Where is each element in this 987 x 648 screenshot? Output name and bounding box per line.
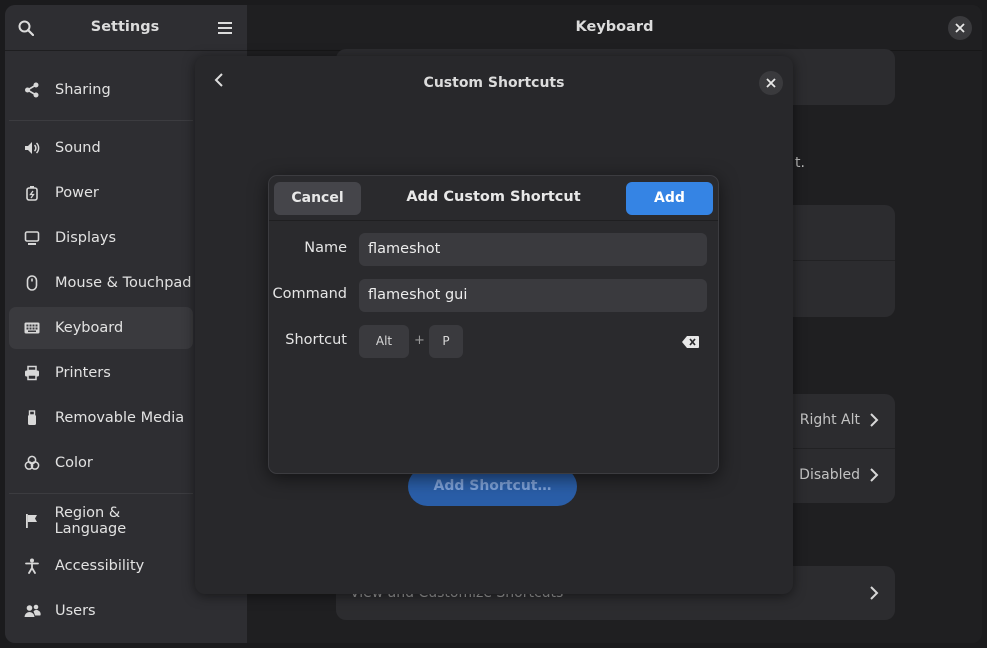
shortcut-key-p[interactable]: P [429,325,463,358]
row-value[interactable]: Disabled [799,467,860,483]
name-field[interactable]: flameshot [359,233,707,266]
page-title: Keyboard [575,19,654,35]
backspace-icon [681,336,699,348]
clear-shortcut-button[interactable] [679,333,701,351]
sidebar-item-sharing[interactable]: Sharing [9,69,193,111]
sidebar-header: Settings [5,5,247,51]
sidebar-item-label: Displays [55,230,117,246]
printer-icon [23,364,41,382]
chevron-right-icon [870,468,879,482]
sidebar-item-label: Users [55,603,96,619]
flag-icon [23,512,41,530]
dialog-title: Custom Shortcuts [423,75,565,91]
sidebar-item-label: Keyboard [55,320,124,336]
sidebar-item-label: Color [55,455,93,471]
shortcut-label: Shortcut [285,332,347,348]
menu-icon[interactable] [213,16,237,40]
add-custom-shortcut-modal: Cancel Add Custom Shortcut Add Name flam… [268,175,719,474]
settings-window: Settings Sharing Sound Power Displays Mo… [5,5,982,643]
sidebar-item-accessibility[interactable]: Accessibility [9,545,193,587]
sidebar-item-keyboard[interactable]: Keyboard [9,307,193,349]
content-header: Keyboard [247,5,982,51]
sidebar-item-label: Accessibility [55,558,145,574]
sidebar-item-mouse-touchpad[interactable]: Mouse & Touchpad [9,262,193,304]
sidebar-item-label: Removable Media [55,410,185,426]
sidebar-separator [9,120,193,121]
dialog-close-button[interactable] [759,71,783,95]
power-icon [23,184,41,202]
sidebar-item-printers[interactable]: Printers [9,352,193,394]
sidebar-item-removable-media[interactable]: Removable Media [9,397,193,439]
shortcut-key-alt[interactable]: Alt [359,325,409,358]
speaker-icon [23,139,41,157]
sidebar-item-label: Region & Language [54,505,127,537]
chevron-right-icon [870,586,879,600]
name-label: Name [304,240,347,256]
sidebar-item-region-language[interactable]: Region & Language [9,500,193,542]
sidebar-item-label: Printers [55,365,111,381]
sidebar-title: Settings [90,19,160,35]
modal-header: Cancel Add Custom Shortcut Add [269,176,718,221]
add-button[interactable]: Add [626,182,713,215]
sidebar-separator [9,493,193,494]
sidebar-item-label: Mouse & Touchpad [55,275,192,291]
users-icon [23,602,41,620]
command-field[interactable]: flameshot gui [359,279,707,312]
description-text: t. [795,155,805,171]
row-value[interactable]: Right Alt [800,412,860,428]
key-plus: + [414,333,425,348]
sidebar-item-sound[interactable]: Sound [9,127,193,169]
mouse-icon [23,274,41,292]
sidebar-item-label: Sound [55,140,101,156]
sidebar-item-label: Power [55,185,99,201]
sidebar-item-color[interactable]: Color [9,442,193,484]
sidebar-item-label: Sharing [55,82,111,98]
sidebar-item-displays[interactable]: Displays [9,217,193,259]
usb-icon [23,409,41,427]
sidebar-item-users[interactable]: Users [9,590,193,632]
command-label: Command [272,286,347,302]
close-icon [955,23,965,33]
keyboard-icon [23,319,41,337]
window-close-button[interactable] [948,16,972,40]
close-icon [766,78,776,88]
share-icon [23,81,41,99]
display-icon [23,229,41,247]
color-icon [23,454,41,472]
accessibility-icon [23,557,41,575]
sidebar-item-power[interactable]: Power [9,172,193,214]
chevron-right-icon [870,413,879,427]
